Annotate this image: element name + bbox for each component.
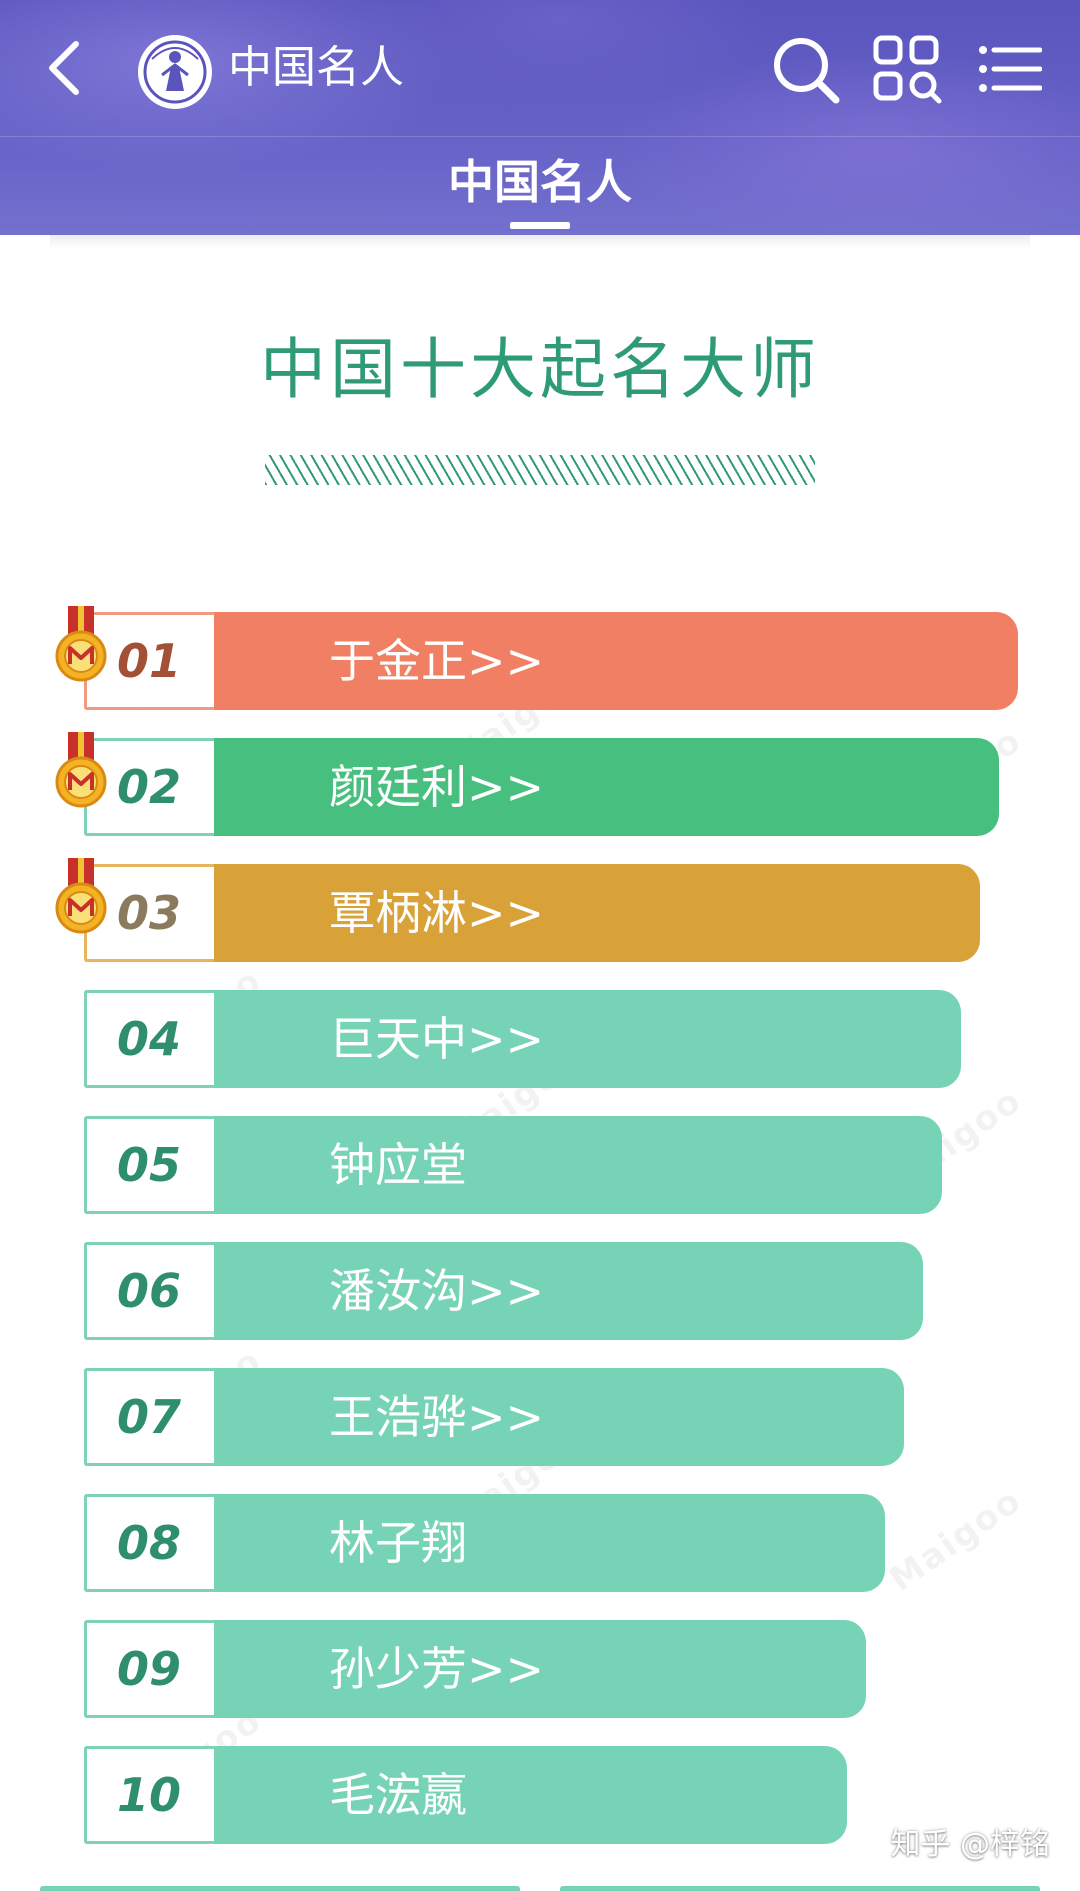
tab-active-indicator [510, 222, 570, 229]
top-bar: 中国名人 [0, 0, 1080, 136]
rank-name: 林子翔 [329, 1516, 467, 1570]
ranking-item[interactable]: 01 于金正>> [55, 606, 1018, 710]
rank-bar [214, 1746, 847, 1844]
ranking-item: 10 毛浤嬴 [84, 1746, 847, 1844]
ranking-item[interactable]: 06 潘汝沟>> [84, 1242, 923, 1340]
source-credit: 知乎 @梓铭 [890, 1827, 1050, 1862]
rank-number: 08 [116, 1516, 181, 1570]
medal-icon [55, 606, 107, 682]
rank-name: 毛浤嬴 [329, 1768, 467, 1822]
title-decoration [265, 455, 815, 485]
app-header: 中国名人 中国名人 [0, 0, 1080, 235]
ranking-item: 05 钟应堂 [84, 1116, 942, 1214]
header-divider [0, 136, 1080, 137]
ranking-item: 08 林子翔 [84, 1494, 885, 1592]
search-icon[interactable] [770, 34, 842, 106]
ranking-item[interactable]: 02 颜廷利>> [55, 732, 999, 836]
rank-number: 09 [116, 1642, 181, 1696]
rank-number: 05 [116, 1138, 181, 1192]
rank-bar [214, 1368, 904, 1466]
logo-icon [138, 35, 212, 109]
rank-bar [214, 1116, 942, 1214]
rank-bar [214, 990, 961, 1088]
rank-name: 钟应堂 [329, 1138, 467, 1192]
medal-icon [55, 732, 107, 808]
watermark: Maigoo [882, 1480, 1030, 1600]
next-section-edge [560, 1886, 1040, 1891]
back-icon[interactable] [40, 36, 90, 100]
header-shadow [50, 235, 1030, 249]
ranking-item[interactable]: 03 覃柄淋>> [55, 858, 980, 962]
next-section-edge [40, 1886, 520, 1891]
ranking-item[interactable]: 09 孙少芳>> [84, 1620, 866, 1718]
rank-name-link[interactable]: 于金正>> [329, 612, 544, 710]
page-title: 中国十大起名大师 [260, 331, 820, 408]
rank-bar [214, 1242, 923, 1340]
rank-name-link[interactable]: 王浩骅>> [329, 1368, 544, 1466]
rank-number: 06 [116, 1264, 181, 1318]
rank-name-link[interactable]: 巨天中>> [329, 990, 544, 1088]
app-title: 中国名人 [228, 42, 404, 93]
rank-name-link[interactable]: 孙少芳>> [329, 1620, 544, 1718]
rank-name-link[interactable]: 覃柄淋>> [329, 864, 544, 962]
tab-label: 中国名人 [448, 155, 632, 209]
medal-icon [55, 858, 107, 934]
ranking-item[interactable]: 07 王浩骅>> [84, 1368, 904, 1466]
tab-celebrities[interactable]: 中国名人 [440, 150, 640, 230]
rank-number: 04 [116, 1012, 181, 1066]
menu-icon[interactable] [978, 44, 1042, 94]
ranking-item[interactable]: 04 巨天中>> [84, 990, 961, 1088]
rank-number: 10 [116, 1768, 181, 1822]
rank-number: 07 [116, 1390, 181, 1444]
rank-bar [214, 1494, 885, 1592]
rank-name-link[interactable]: 颜廷利>> [329, 738, 544, 836]
rank-name-link[interactable]: 潘汝沟>> [329, 1242, 544, 1340]
grid-icon[interactable] [872, 34, 942, 104]
